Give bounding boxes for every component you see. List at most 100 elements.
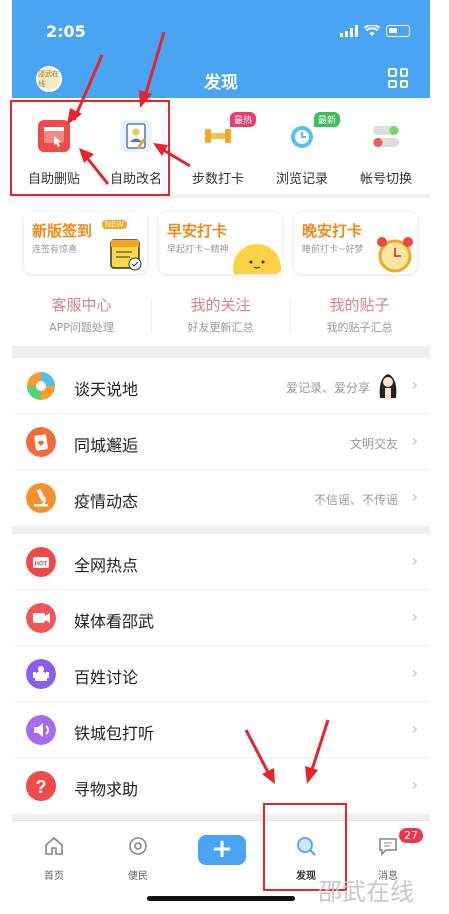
card-morning[interactable]: 早安打卡 早起打卡~精神 bbox=[159, 212, 282, 274]
new-tag: NEW bbox=[102, 220, 127, 229]
toggle-icon bbox=[370, 120, 402, 152]
list-item-encounter[interactable]: 同城邂逅 文明交友 › bbox=[12, 414, 430, 470]
list-item-hot[interactable]: HOT 全网热点 › bbox=[12, 534, 430, 590]
chevron-right-icon: › bbox=[411, 487, 418, 506]
speaker-icon bbox=[26, 715, 56, 745]
list-item-label: 百姓讨论 bbox=[74, 668, 139, 687]
svg-text:HOT: HOT bbox=[35, 562, 48, 568]
list-item-label: 疫情动态 bbox=[74, 492, 139, 511]
tool-account-switch[interactable]: 帐号切换 bbox=[346, 98, 426, 194]
list-item-subtitle: 不信谣、不传谣 bbox=[313, 493, 398, 507]
list-item-label: 谈天说地 bbox=[74, 380, 139, 399]
card-signin[interactable]: 新版签到 NEW 连签有惊喜 bbox=[24, 212, 147, 274]
card-subtitle: 早起打卡~精神 bbox=[167, 245, 229, 255]
message-icon bbox=[379, 838, 397, 856]
chevron-right-icon: › bbox=[411, 375, 418, 394]
quick-title: 我的贴子 bbox=[329, 296, 390, 314]
list-item-label: 同城邂逅 bbox=[74, 436, 139, 455]
quick-title: 客服中心 bbox=[51, 296, 112, 314]
list-item-label: 寻物求助 bbox=[74, 780, 139, 799]
tab-post-button[interactable]: + bbox=[180, 821, 264, 891]
quick-my-posts[interactable]: 我的贴子 我的贴子汇总 bbox=[290, 294, 429, 335]
card-title: 新版签到 bbox=[32, 222, 93, 240]
tool-label: 浏览记录 bbox=[275, 172, 328, 187]
quick-my-follows[interactable]: 我的关注 好友更新汇总 bbox=[151, 294, 290, 335]
quick-subtitle: APP问题处理 bbox=[49, 321, 114, 334]
list-item-subtitle: 文明交友 bbox=[349, 437, 398, 451]
girl-avatar-icon bbox=[379, 374, 397, 400]
tab-convenience[interactable]: 便民 bbox=[96, 821, 180, 891]
tab-label: 便民 bbox=[128, 871, 148, 882]
watermark: 邵武在线 bbox=[318, 878, 414, 906]
list-item-epidemic[interactable]: 疫情动态 不信谣、不传谣 › bbox=[12, 470, 430, 526]
hot-badge: 最热 bbox=[230, 112, 257, 127]
card-title: 早安打卡 bbox=[167, 222, 228, 240]
list-item-chat[interactable]: 谈天说地 爱记录、爱分享 › bbox=[12, 358, 430, 414]
card-night[interactable]: 晚安打卡 睡前打卡~好梦 bbox=[294, 212, 417, 274]
tool-rename[interactable]: 自助改名 bbox=[96, 98, 176, 194]
tool-history[interactable]: 最新 浏览记录 bbox=[262, 98, 342, 194]
tool-label: 步数打卡 bbox=[191, 172, 244, 187]
forum-list-1: 谈天说地 爱记录、爱分享 › 同城邂逅 文明交友 › 疫情动态 不信谣、不传谣 … bbox=[12, 358, 430, 526]
quick-service-center[interactable]: 客服中心 APP问题处理 bbox=[12, 294, 151, 335]
aperture-icon bbox=[27, 372, 55, 400]
chevron-right-icon: › bbox=[411, 551, 418, 570]
chevron-right-icon: › bbox=[411, 607, 418, 626]
new-badge: 最新 bbox=[314, 112, 341, 127]
tools-row: 自助删贴 自助改名 最热 步数打卡 最新 浏览记录 帐号切换 bbox=[12, 98, 430, 194]
page-title: 发现 bbox=[204, 73, 238, 93]
header-bar: 2:05 邵武在线 发现 bbox=[12, 0, 430, 98]
list-item-label: 媒体看邵武 bbox=[74, 612, 155, 631]
grid-menu-icon[interactable] bbox=[388, 68, 408, 88]
list-item-inquiry[interactable]: 铁城包打听 › bbox=[12, 702, 430, 758]
plus-icon: + bbox=[198, 835, 246, 865]
list-item-label: 铁城包打听 bbox=[74, 724, 155, 743]
home-indicator bbox=[147, 896, 295, 901]
video-camera-icon bbox=[26, 603, 56, 633]
tool-label: 自助删贴 bbox=[27, 172, 80, 187]
people-icon bbox=[26, 659, 56, 689]
hot-icon: HOT bbox=[26, 547, 56, 577]
question-icon: ? bbox=[26, 771, 56, 801]
battery-icon bbox=[386, 25, 410, 37]
list-item-subtitle: 爱记录、爱分享 bbox=[285, 381, 370, 395]
delete-post-icon bbox=[38, 120, 70, 152]
tool-delete-post[interactable]: 自助删贴 bbox=[14, 98, 94, 194]
tab-label: 首页 bbox=[44, 871, 64, 882]
card-subtitle: 连签有惊喜 bbox=[32, 245, 78, 255]
home-icon bbox=[45, 836, 63, 855]
quick-links: 客服中心 APP问题处理 我的关注 好友更新汇总 我的贴子 我的贴子汇总 bbox=[12, 286, 430, 346]
quick-title: 我的关注 bbox=[190, 296, 251, 314]
list-item-label: 全网热点 bbox=[74, 556, 139, 575]
quick-subtitle: 我的贴子汇总 bbox=[326, 321, 393, 334]
wifi-icon bbox=[364, 25, 380, 36]
card-title: 晚安打卡 bbox=[302, 222, 363, 240]
signal-icon bbox=[340, 25, 358, 37]
tool-label: 帐号切换 bbox=[359, 172, 412, 187]
compass-icon bbox=[129, 837, 147, 855]
unread-badge: 27 bbox=[398, 827, 424, 844]
status-time: 2:05 bbox=[46, 22, 86, 41]
chevron-right-icon: › bbox=[411, 719, 418, 738]
calendar-icon bbox=[110, 239, 142, 271]
tool-step-checkin[interactable]: 最热 步数打卡 bbox=[178, 98, 258, 194]
tool-label: 自助改名 bbox=[109, 172, 162, 187]
sun-icon bbox=[233, 244, 281, 274]
alarm-clock-icon bbox=[377, 237, 413, 273]
chevron-right-icon: › bbox=[411, 775, 418, 794]
svg-text:?: ? bbox=[36, 777, 47, 797]
quick-subtitle: 好友更新汇总 bbox=[187, 321, 254, 334]
chevron-right-icon: › bbox=[411, 663, 418, 682]
card-subtitle: 睡前打卡~好梦 bbox=[302, 245, 364, 255]
list-item-media[interactable]: 媒体看邵武 › bbox=[12, 590, 430, 646]
tab-home[interactable]: 首页 bbox=[12, 821, 96, 891]
list-item-lost-found[interactable]: ? 寻物求助 › bbox=[12, 758, 430, 814]
microscope-icon bbox=[26, 483, 56, 513]
phone-screen: 2:05 邵武在线 发现 自助删贴 自助改名 最热 步数打卡 最新 浏览记录 帐… bbox=[12, 0, 430, 914]
forum-list-2: HOT 全网热点 › 媒体看邵武 › 百姓讨论 › 铁城包打听 › ? 寻物求助… bbox=[12, 534, 430, 814]
status-icons bbox=[340, 25, 410, 37]
list-item-discussion[interactable]: 百姓讨论 › bbox=[12, 646, 430, 702]
card-heart-icon bbox=[26, 427, 56, 457]
rename-icon bbox=[120, 120, 152, 152]
chevron-right-icon: › bbox=[411, 431, 418, 450]
